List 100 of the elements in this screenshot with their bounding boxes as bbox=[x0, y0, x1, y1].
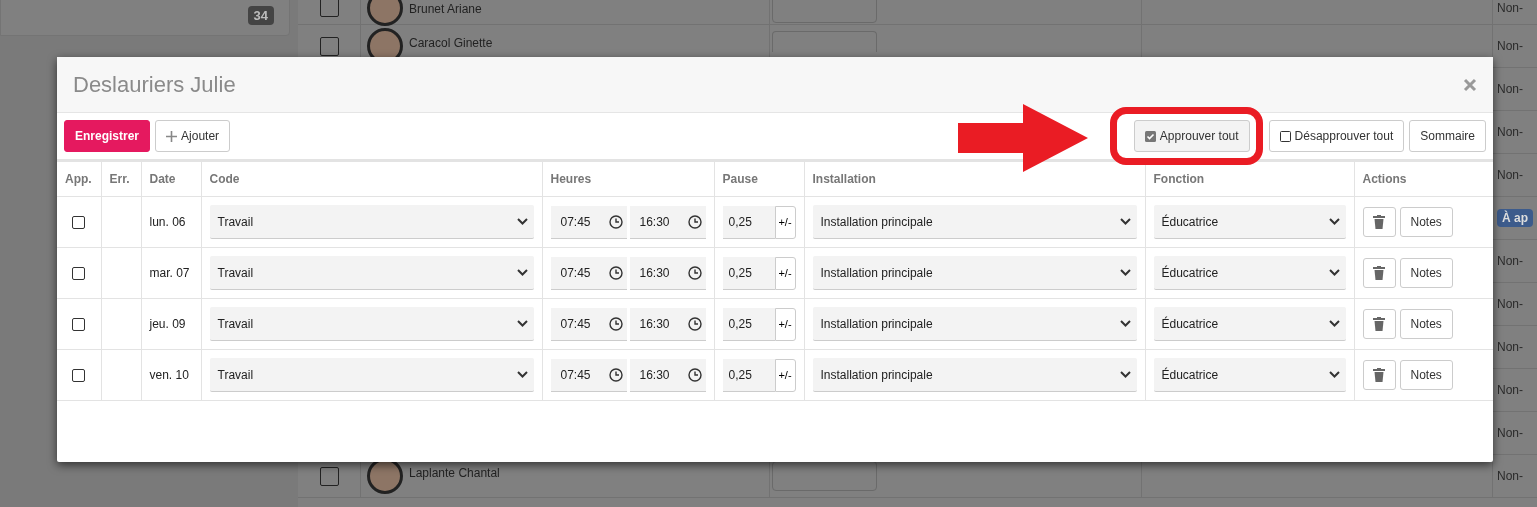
date-cell: jeu. 09 bbox=[141, 298, 201, 350]
column-header: Date bbox=[141, 162, 201, 197]
start-time-field[interactable]: 07:45 bbox=[550, 358, 627, 392]
clock-icon bbox=[608, 316, 623, 331]
status-text: Non- bbox=[1497, 383, 1523, 397]
installation-select[interactable]: Installation principale bbox=[812, 307, 1137, 341]
chevron-icon bbox=[516, 371, 528, 378]
start-time-field[interactable]: 07:45 bbox=[550, 205, 627, 239]
avatar-icon bbox=[367, 0, 403, 26]
sign-toggle-button[interactable]: +/- bbox=[774, 256, 796, 290]
status-text: Non- bbox=[1497, 254, 1523, 268]
installation-select[interactable]: Installation principale bbox=[812, 358, 1137, 392]
unapprove-all-button[interactable]: Désapprouver tout bbox=[1268, 120, 1405, 152]
chevron-icon bbox=[1119, 320, 1131, 327]
chevron-icon bbox=[516, 320, 528, 327]
status-text: Non- bbox=[1497, 340, 1523, 354]
trash-icon bbox=[1373, 215, 1385, 229]
status-text: Non- bbox=[1497, 469, 1523, 483]
dialog-title: Deslauriers Julie bbox=[73, 71, 236, 98]
column-header: Heures bbox=[542, 162, 714, 197]
notes-button[interactable]: Notes bbox=[1399, 258, 1453, 288]
column-header: Fonction bbox=[1145, 162, 1354, 197]
chevron-icon bbox=[1328, 371, 1340, 378]
start-time-field[interactable]: 07:45 bbox=[550, 307, 627, 341]
status-text: Non- bbox=[1497, 426, 1523, 440]
delete-button[interactable] bbox=[1362, 207, 1396, 237]
clock-icon bbox=[687, 367, 702, 382]
add-button[interactable]: Ajouter bbox=[155, 120, 231, 152]
input-field[interactable] bbox=[772, 31, 877, 52]
employee-name: Laplante Chantal bbox=[409, 466, 500, 480]
chevron-icon bbox=[1119, 371, 1131, 378]
employee-name: Brunet Ariane bbox=[409, 2, 482, 16]
date-cell: lun. 06 bbox=[141, 196, 201, 248]
employee-name: Caracol Ginette bbox=[409, 36, 493, 50]
end-time-field[interactable]: 16:30 bbox=[629, 358, 706, 392]
approve-checkbox[interactable] bbox=[72, 215, 86, 229]
clock-icon bbox=[687, 316, 702, 331]
clock-icon bbox=[608, 367, 623, 382]
notes-button[interactable]: Notes bbox=[1399, 360, 1453, 390]
code-select[interactable]: Travail bbox=[209, 256, 534, 290]
column-header: App. bbox=[57, 162, 101, 197]
chevron-icon bbox=[1328, 320, 1340, 327]
row-checkbox[interactable] bbox=[319, 466, 339, 486]
function-select[interactable]: Éducatrice bbox=[1153, 205, 1346, 239]
end-time-field[interactable]: 16:30 bbox=[629, 256, 706, 290]
delete-button[interactable] bbox=[1362, 360, 1396, 390]
date-cell: ven. 10 bbox=[141, 349, 201, 401]
status-text: Non- bbox=[1497, 1, 1523, 15]
code-select[interactable]: Travail bbox=[209, 358, 534, 392]
row-checkbox[interactable] bbox=[319, 0, 339, 17]
save-button[interactable]: Enregistrer bbox=[64, 120, 151, 152]
notes-button[interactable]: Notes bbox=[1399, 207, 1453, 237]
pause-field[interactable]: 0,25 bbox=[722, 358, 775, 392]
column-header: Actions bbox=[1354, 162, 1493, 197]
trash-icon bbox=[1373, 317, 1385, 331]
sign-toggle-button[interactable]: +/- bbox=[774, 307, 796, 341]
code-select[interactable]: Travail bbox=[209, 307, 534, 341]
clock-icon bbox=[608, 265, 623, 280]
approve-all-button[interactable]: Approuver tout bbox=[1133, 120, 1250, 152]
chevron-icon bbox=[1328, 218, 1340, 225]
plus-icon bbox=[166, 130, 178, 142]
pause-field[interactable]: 0,25 bbox=[722, 205, 775, 239]
pause-field[interactable]: 0,25 bbox=[722, 307, 775, 341]
approve-checkbox[interactable] bbox=[72, 368, 86, 382]
chevron-icon bbox=[1119, 269, 1131, 276]
row-checkbox[interactable] bbox=[319, 36, 339, 56]
status-text: Non- bbox=[1497, 125, 1523, 139]
pause-field[interactable]: 0,25 bbox=[722, 256, 775, 290]
end-time-field[interactable]: 16:30 bbox=[629, 205, 706, 239]
clock-icon bbox=[608, 214, 623, 229]
clock-icon bbox=[687, 214, 702, 229]
status-text: Non- bbox=[1497, 168, 1523, 182]
summary-button[interactable]: Sommaire bbox=[1409, 120, 1486, 152]
start-time-field[interactable]: 07:45 bbox=[550, 256, 627, 290]
chevron-icon bbox=[516, 269, 528, 276]
function-select[interactable]: Éducatrice bbox=[1153, 307, 1346, 341]
code-select[interactable]: Travail bbox=[209, 205, 534, 239]
notes-button[interactable]: Notes bbox=[1399, 309, 1453, 339]
chevron-icon bbox=[516, 218, 528, 225]
installation-select[interactable]: Installation principale bbox=[812, 205, 1137, 239]
chevron-icon bbox=[1328, 269, 1340, 276]
status-text: Non- bbox=[1497, 297, 1523, 311]
installation-select[interactable]: Installation principale bbox=[812, 256, 1137, 290]
column-header: Code bbox=[201, 162, 542, 197]
delete-button[interactable] bbox=[1362, 309, 1396, 339]
end-time-field[interactable]: 16:30 bbox=[629, 307, 706, 341]
column-header: Pause bbox=[714, 162, 804, 197]
function-select[interactable]: Éducatrice bbox=[1153, 358, 1346, 392]
status-text: Non- bbox=[1497, 82, 1523, 96]
clock-icon bbox=[687, 265, 702, 280]
close-icon[interactable] bbox=[1463, 77, 1477, 92]
approve-checkbox[interactable] bbox=[72, 317, 86, 331]
date-cell: mar. 07 bbox=[141, 247, 201, 299]
approve-checkbox[interactable] bbox=[72, 266, 86, 280]
trash-icon bbox=[1373, 266, 1385, 280]
delete-button[interactable] bbox=[1362, 258, 1396, 288]
function-select[interactable]: Éducatrice bbox=[1153, 256, 1346, 290]
sign-toggle-button[interactable]: +/- bbox=[774, 358, 796, 392]
sign-toggle-button[interactable]: +/- bbox=[774, 205, 796, 239]
status-badge: À ap bbox=[1497, 209, 1533, 227]
